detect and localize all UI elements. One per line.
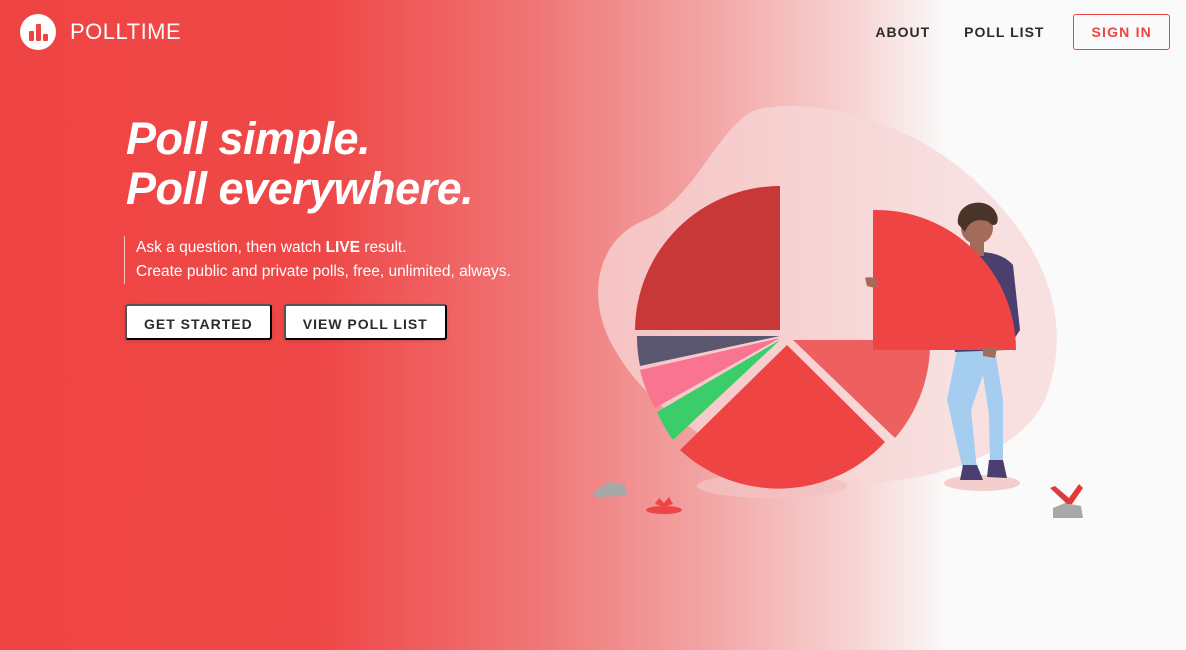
brand-logo[interactable]: POLLTIME — [20, 14, 181, 50]
nav-poll-list-link[interactable]: POLL LIST — [964, 24, 1044, 40]
flower-petals — [655, 497, 673, 506]
sign-in-button[interactable]: SIGN IN — [1073, 14, 1170, 50]
get-started-button[interactable]: GET STARTED — [125, 304, 272, 340]
brand-name-light: TIME — [126, 19, 182, 44]
hero-title-line-2: Poll everywhere. — [126, 163, 474, 214]
hero-subtitle: Ask a question, then watch LIVE result. … — [124, 236, 511, 284]
hero-subtitle-line-1: Ask a question, then watch LIVE result. — [136, 236, 511, 260]
hero-actions: GET STARTED VIEW POLL LIST — [125, 304, 459, 340]
brand-name-bold: POLL — [70, 19, 127, 44]
person-with-pie-chart-illustration — [593, 105, 1083, 518]
brand-name: POLLTIME — [70, 19, 181, 45]
view-poll-list-button[interactable]: VIEW POLL LIST — [283, 304, 447, 340]
hero-title-line-1: Poll simple. — [126, 113, 371, 164]
bar-chart-icon — [20, 14, 56, 50]
live-emphasis: LIVE — [325, 239, 361, 256]
subtitle-suffix: result. — [360, 239, 407, 256]
subtitle-prefix: Ask a question, then watch — [136, 239, 326, 256]
rock-right — [1053, 503, 1083, 518]
top-navbar: POLLTIME ABOUT POLL LIST SIGN IN — [0, 0, 1186, 64]
plant-right — [1050, 484, 1083, 504]
pie-slice-dark-red — [635, 186, 780, 330]
person-shadow — [944, 475, 1020, 491]
nav-links: ABOUT POLL LIST SIGN IN — [841, 14, 1170, 50]
hero-subtitle-line-2: Create public and private polls, free, u… — [136, 263, 511, 280]
rock-left — [593, 482, 627, 497]
flower-base — [646, 506, 682, 514]
hero-title: Poll simple. Poll everywhere. — [126, 113, 474, 214]
nav-about-link[interactable]: ABOUT — [875, 24, 930, 40]
